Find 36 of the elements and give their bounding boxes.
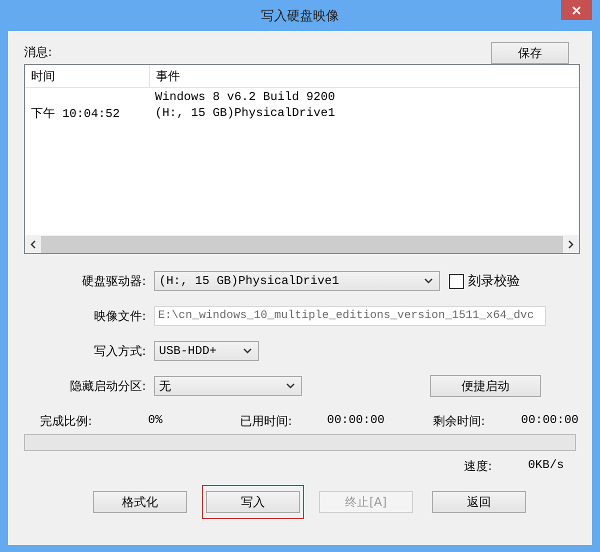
save-button[interactable]: 保存: [491, 42, 569, 64]
checkbox-label: 刻录校验: [468, 273, 520, 290]
chevron-down-icon[interactable]: [424, 278, 433, 284]
chevron-down-icon[interactable]: [286, 383, 295, 389]
time-cell-text: 下午 10:04:52: [30, 106, 121, 122]
dropdown[interactable]: USB-HDD+: [154, 341, 259, 361]
quick-boot-button[interactable]: 便捷启动: [430, 375, 541, 397]
stat-value: 00:00:00: [327, 412, 385, 428]
stat-label: 完成比例:: [40, 412, 94, 430]
file-path-field[interactable]: E:\cn_windows_10_multiple_editions_version_1511_x64_dvc: [154, 306, 546, 326]
column-header[interactable]: 事件: [150, 68, 180, 84]
field-label: 写入方式:: [92, 342, 147, 360]
action-button[interactable]: 格式化: [93, 491, 187, 513]
field-label: 隐藏启动分区:: [68, 378, 147, 394]
scrollbar-thumb[interactable]: [41, 236, 563, 252]
event-cell-text: Windows 8 v6.2 Build 9200: [154, 90, 336, 104]
stat-label: 已用时间:: [240, 412, 294, 430]
close-icon[interactable]: [572, 6, 581, 14]
stat-value: 00:00:00: [521, 412, 579, 428]
window-title: 写入硬盘映像: [261, 8, 339, 24]
chevron-down-icon[interactable]: [243, 348, 252, 354]
column-header[interactable]: 时间: [25, 65, 150, 87]
speed-value: 0KB/s: [528, 458, 564, 474]
dropdown[interactable]: 无: [154, 376, 302, 396]
close-button[interactable]: [561, 0, 592, 20]
action-button[interactable]: 写入: [206, 491, 300, 513]
field-label: 硬盘驱动器:: [80, 272, 147, 290]
action-button[interactable]: 返回: [432, 491, 526, 513]
checkbox[interactable]: [449, 274, 464, 288]
dropdown[interactable]: (H:, 15 GB)PhysicalDrive1: [154, 271, 440, 291]
speed-label: 速度:: [464, 458, 494, 474]
stat-value: 0%: [148, 412, 162, 428]
event-cell-text: (H:, 15 GB)PhysicalDrive1: [154, 106, 336, 120]
messages-label: 消息:: [24, 44, 52, 61]
field-label: 映像文件:: [92, 308, 147, 324]
stat-label: 剩余时间:: [433, 412, 486, 430]
